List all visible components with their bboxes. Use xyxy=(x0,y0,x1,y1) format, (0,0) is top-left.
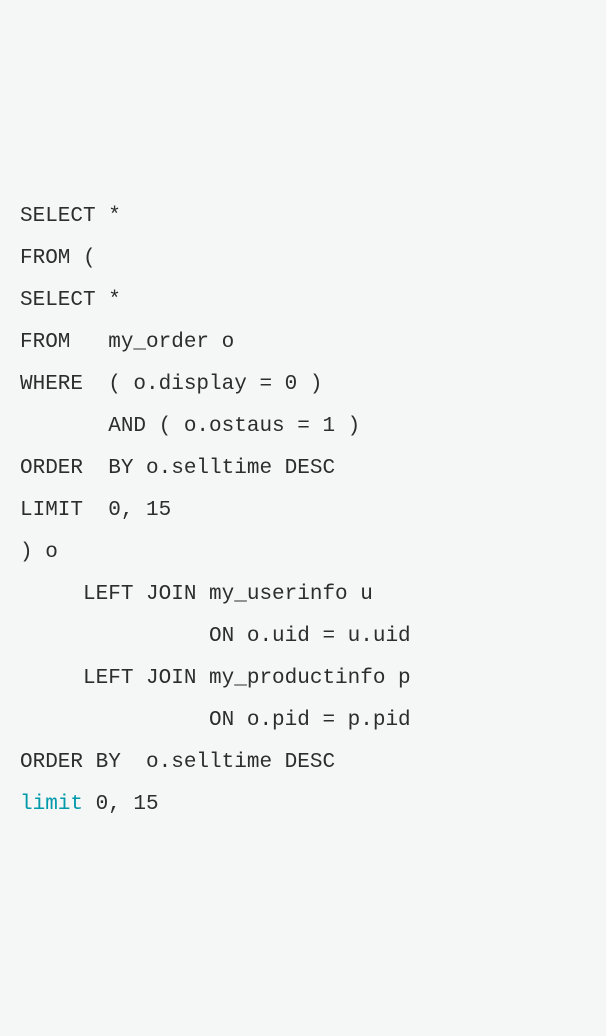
code-line-6: AND ( o.ostaus = 1 ) xyxy=(20,406,586,448)
code-line-2: FROM ( xyxy=(20,238,586,280)
code-line-1: SELECT * xyxy=(20,196,586,238)
code-line-10: LEFT JOIN my_userinfo u xyxy=(20,574,586,616)
code-line-3: SELECT * xyxy=(20,280,586,322)
code-line-15: limit 0, 15 xyxy=(20,784,586,826)
code-line-8: LIMIT 0, 15 xyxy=(20,490,586,532)
code-line-14: ORDER BY o.selltime DESC xyxy=(20,742,586,784)
highlight-keyword: limit xyxy=(20,793,83,816)
code-line-9: ) o xyxy=(20,532,586,574)
code-block: SELECT *FROM (SELECT *FROM my_order oWHE… xyxy=(20,196,586,826)
code-line-5: WHERE ( o.display = 0 ) xyxy=(20,364,586,406)
code-line-13: ON o.pid = p.pid xyxy=(20,700,586,742)
code-line-11: ON o.uid = u.uid xyxy=(20,616,586,658)
code-line-12: LEFT JOIN my_productinfo p xyxy=(20,658,586,700)
code-line-4: FROM my_order o xyxy=(20,322,586,364)
code-line-15-rest: 0, 15 xyxy=(83,793,159,816)
code-line-7: ORDER BY o.selltime DESC xyxy=(20,448,586,490)
